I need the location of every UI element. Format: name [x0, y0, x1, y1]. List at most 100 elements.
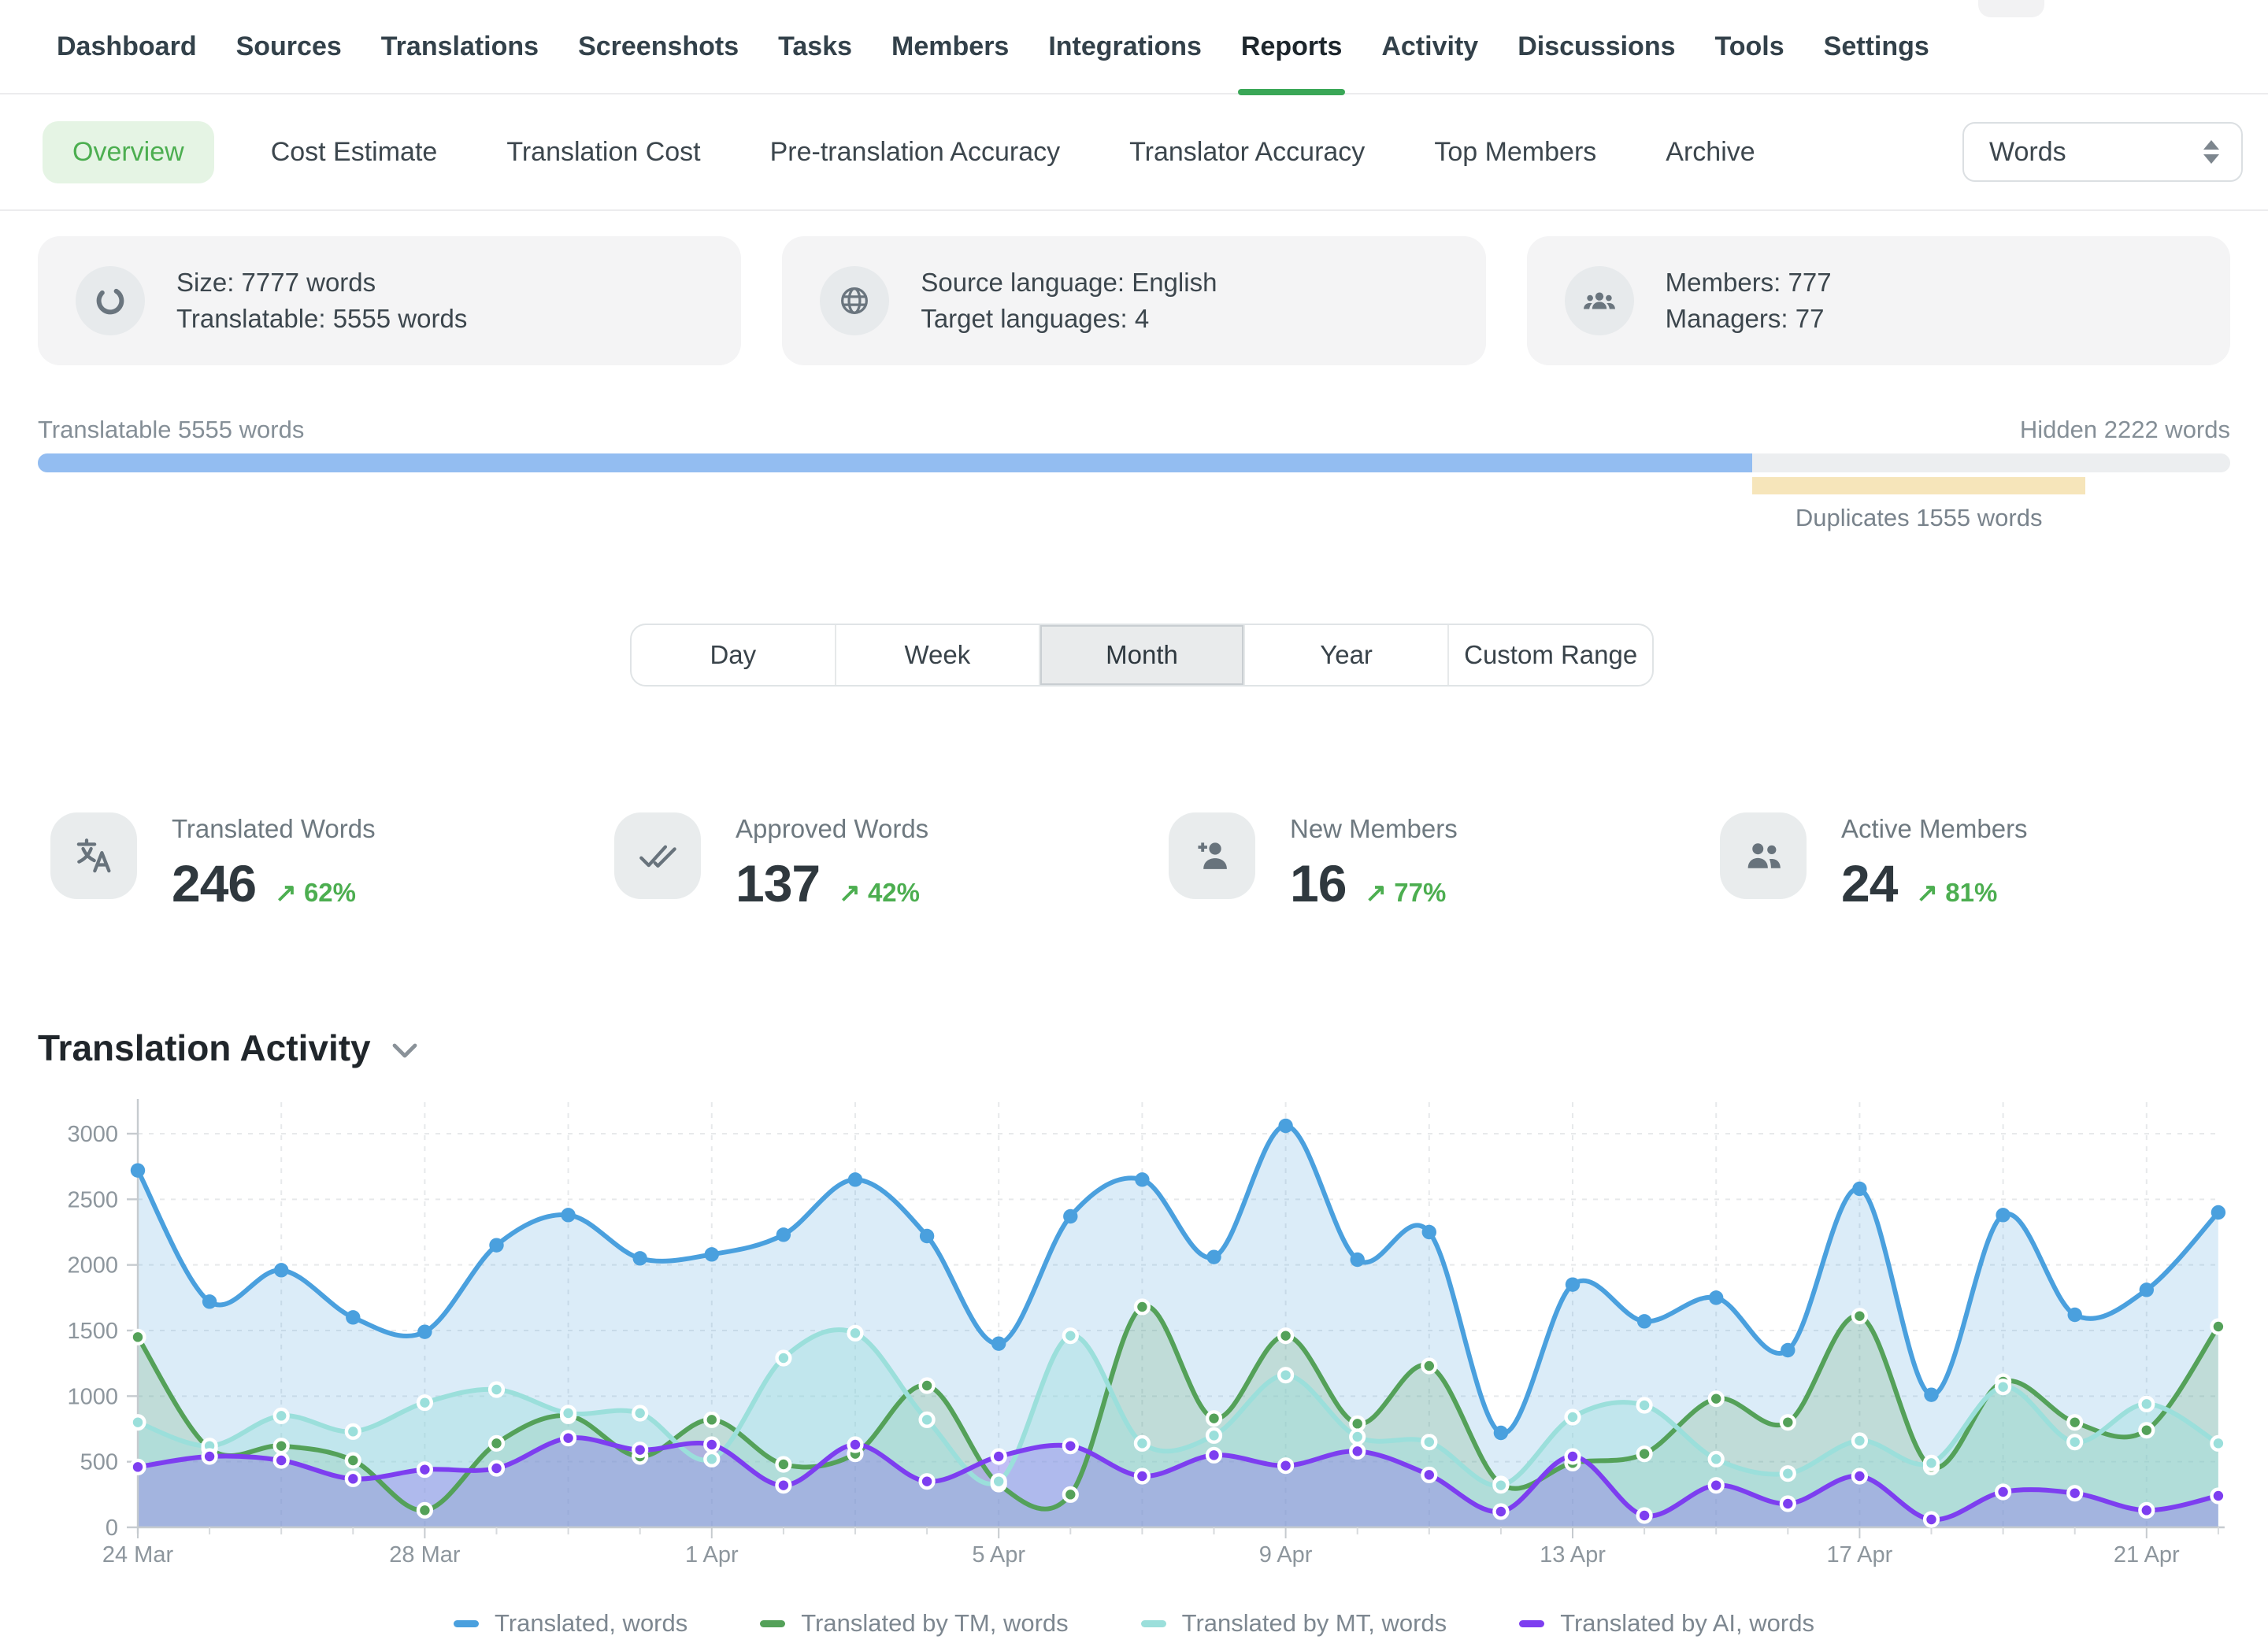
summary-card-line: Translatable: 5555 words	[176, 301, 467, 337]
summary-card-line: Managers: 77	[1666, 301, 1832, 337]
range-tab-week[interactable]: Week	[835, 625, 1040, 685]
summary-card-0: Size: 7777 wordsTranslatable: 5555 words	[38, 236, 741, 365]
nav-item-sources[interactable]: Sources	[236, 0, 342, 94]
svg-text:0: 0	[106, 1516, 118, 1541]
nav-item-integrations[interactable]: Integrations	[1048, 0, 1202, 94]
legend-dash-icon	[454, 1620, 479, 1627]
stat-body: New Members 16 ↗ 77%	[1290, 812, 1458, 913]
nav-item-screenshots[interactable]: Screenshots	[578, 0, 739, 94]
translate-icon	[50, 812, 137, 899]
nav-item-dashboard[interactable]: Dashboard	[57, 0, 197, 94]
progress-ring-icon	[76, 266, 145, 335]
stat-body: Translated Words 246↗ 62%	[172, 812, 376, 913]
svg-text:500: 500	[80, 1450, 118, 1475]
nav-item-tasks[interactable]: Tasks	[778, 0, 852, 94]
legend-item-translated-by-ai-words[interactable]: Translated by AI, words	[1519, 1609, 1814, 1638]
units-select-value: Words	[1989, 137, 2066, 168]
stat-value: 24	[1841, 853, 1897, 913]
duplicates-progress-fill	[1752, 477, 2085, 494]
stat-value-row: 137↗ 42%	[736, 853, 928, 913]
svg-text:24 Mar: 24 Mar	[102, 1542, 174, 1567]
svg-text:9 Apr: 9 Apr	[1259, 1542, 1313, 1567]
chevron-down-icon[interactable]	[391, 1042, 418, 1060]
double-check-icon	[614, 812, 701, 899]
svg-text:1500: 1500	[67, 1319, 118, 1344]
nav-item-members[interactable]: Members	[891, 0, 1009, 94]
stat-value-row: 24↗ 81%	[1841, 853, 2028, 913]
svg-text:17 Apr: 17 Apr	[1826, 1542, 1892, 1567]
summary-card-lines: Source language: EnglishTarget languages…	[921, 265, 1217, 337]
subnav-item-top-members[interactable]: Top Members	[1434, 137, 1596, 168]
section-header: Translation Activity	[38, 1027, 418, 1069]
legend-label: Translated by TM, words	[801, 1609, 1068, 1638]
top-right-partial-element	[1978, 0, 2044, 17]
stat-delta-badge: ↗ 62%	[275, 877, 356, 908]
nav-item-reports[interactable]: Reports	[1241, 0, 1342, 94]
svg-text:5 Apr: 5 Apr	[972, 1542, 1025, 1567]
top-navigation: Dashboard Sources Translations Screenshots T…	[0, 0, 2268, 94]
svg-text:13 Apr: 13 Apr	[1540, 1542, 1606, 1567]
duplicates-words-label: Duplicates 1555 words	[1651, 504, 2187, 532]
subnav-item-overview[interactable]: Overview	[43, 121, 214, 183]
translatable-progress-fill	[38, 453, 1752, 472]
legend-item-translated-by-tm-words[interactable]: Translated by TM, words	[760, 1609, 1068, 1638]
legend-dash-icon	[760, 1620, 785, 1627]
range-tab-custom-range[interactable]: Custom Range	[1447, 625, 1652, 685]
svg-text:1 Apr: 1 Apr	[685, 1542, 739, 1567]
svg-text:28 Mar: 28 Mar	[389, 1542, 461, 1567]
nav-item-settings[interactable]: Settings	[1824, 0, 1929, 94]
legend-dash-icon	[1141, 1620, 1166, 1627]
stat-label: Translated Words	[172, 814, 376, 844]
reports-overview-page: Dashboard Sources Translations Screenshots T…	[0, 0, 2268, 1647]
legend-label: Translated, words	[495, 1609, 687, 1638]
stat-label: New Members	[1290, 814, 1458, 844]
range-tab-year[interactable]: Year	[1243, 625, 1448, 685]
summary-card-1: Source language: EnglishTarget languages…	[782, 236, 1485, 365]
stat-card-translated-words: Translated Words 246↗ 62%	[50, 812, 376, 913]
legend-dash-icon	[1519, 1620, 1544, 1627]
stat-value: 137	[736, 853, 820, 913]
nav-item-activity[interactable]: Activity	[1381, 0, 1478, 94]
stat-value: 16	[1290, 853, 1346, 913]
subnav-item-translator-accuracy[interactable]: Translator Accuracy	[1129, 137, 1365, 168]
subnav-item-pre-translation-accuracy[interactable]: Pre-translation Accuracy	[770, 137, 1061, 168]
reports-sub-navigation: Overview Cost Estimate Translation Cost Pre…	[0, 94, 2268, 211]
two-people-icon	[1720, 812, 1807, 899]
globe-icon	[820, 266, 889, 335]
words-progress-track	[38, 453, 2230, 472]
legend-item-translated-words[interactable]: Translated, words	[454, 1609, 687, 1638]
summary-card-line: Target languages: 4	[921, 301, 1217, 337]
section-title: Translation Activity	[38, 1027, 371, 1069]
subnav-item-translation-cost[interactable]: Translation Cost	[506, 137, 700, 168]
summary-card-line: Members: 777	[1666, 265, 1832, 301]
range-tab-day[interactable]: Day	[632, 625, 835, 685]
stat-label: Active Members	[1841, 814, 2028, 844]
summary-card-lines: Members: 777Managers: 77	[1666, 265, 1832, 337]
project-summary-cards: Size: 7777 wordsTranslatable: 5555 words…	[38, 236, 2230, 365]
svg-text:1000: 1000	[67, 1384, 118, 1409]
stat-card-new-members: New Members 16 ↗ 77%	[1169, 812, 1458, 913]
stat-body: Approved Words137↗ 42%	[736, 812, 928, 913]
summary-card-line: Size: 7777 words	[176, 265, 467, 301]
units-select[interactable]: Words	[1962, 122, 2243, 182]
nav-item-discussions[interactable]: Discussions	[1518, 0, 1675, 94]
date-range-tabs: DayWeekMonthYearCustom Range	[630, 624, 1654, 687]
nav-item-tools[interactable]: Tools	[1715, 0, 1784, 94]
stat-delta-badge: ↗ 77%	[1365, 877, 1446, 908]
subnav-item-archive[interactable]: Archive	[1666, 137, 1755, 168]
nav-item-translations[interactable]: Translations	[381, 0, 539, 94]
subnav-item-cost-estimate[interactable]: Cost Estimate	[271, 137, 438, 168]
person-plus-icon	[1169, 812, 1255, 899]
chart-legend: Translated, words Translated by TM, words…	[0, 1609, 2268, 1638]
legend-label: Translated by AI, words	[1560, 1609, 1814, 1638]
range-tab-month[interactable]: Month	[1039, 625, 1243, 685]
svg-text:2000: 2000	[67, 1253, 118, 1279]
svg-text:2500: 2500	[67, 1187, 118, 1212]
legend-item-translated-by-mt-words[interactable]: Translated by MT, words	[1141, 1609, 1447, 1638]
summary-card-line: Source language: English	[921, 265, 1217, 301]
stat-card-approved-words: Approved Words137↗ 42%	[614, 812, 928, 913]
legend-label: Translated by MT, words	[1182, 1609, 1447, 1638]
stat-value-row: 246↗ 62%	[172, 853, 376, 913]
select-arrows-icon	[2203, 140, 2219, 164]
stat-body: Active Members 24↗ 81%	[1841, 812, 2028, 913]
